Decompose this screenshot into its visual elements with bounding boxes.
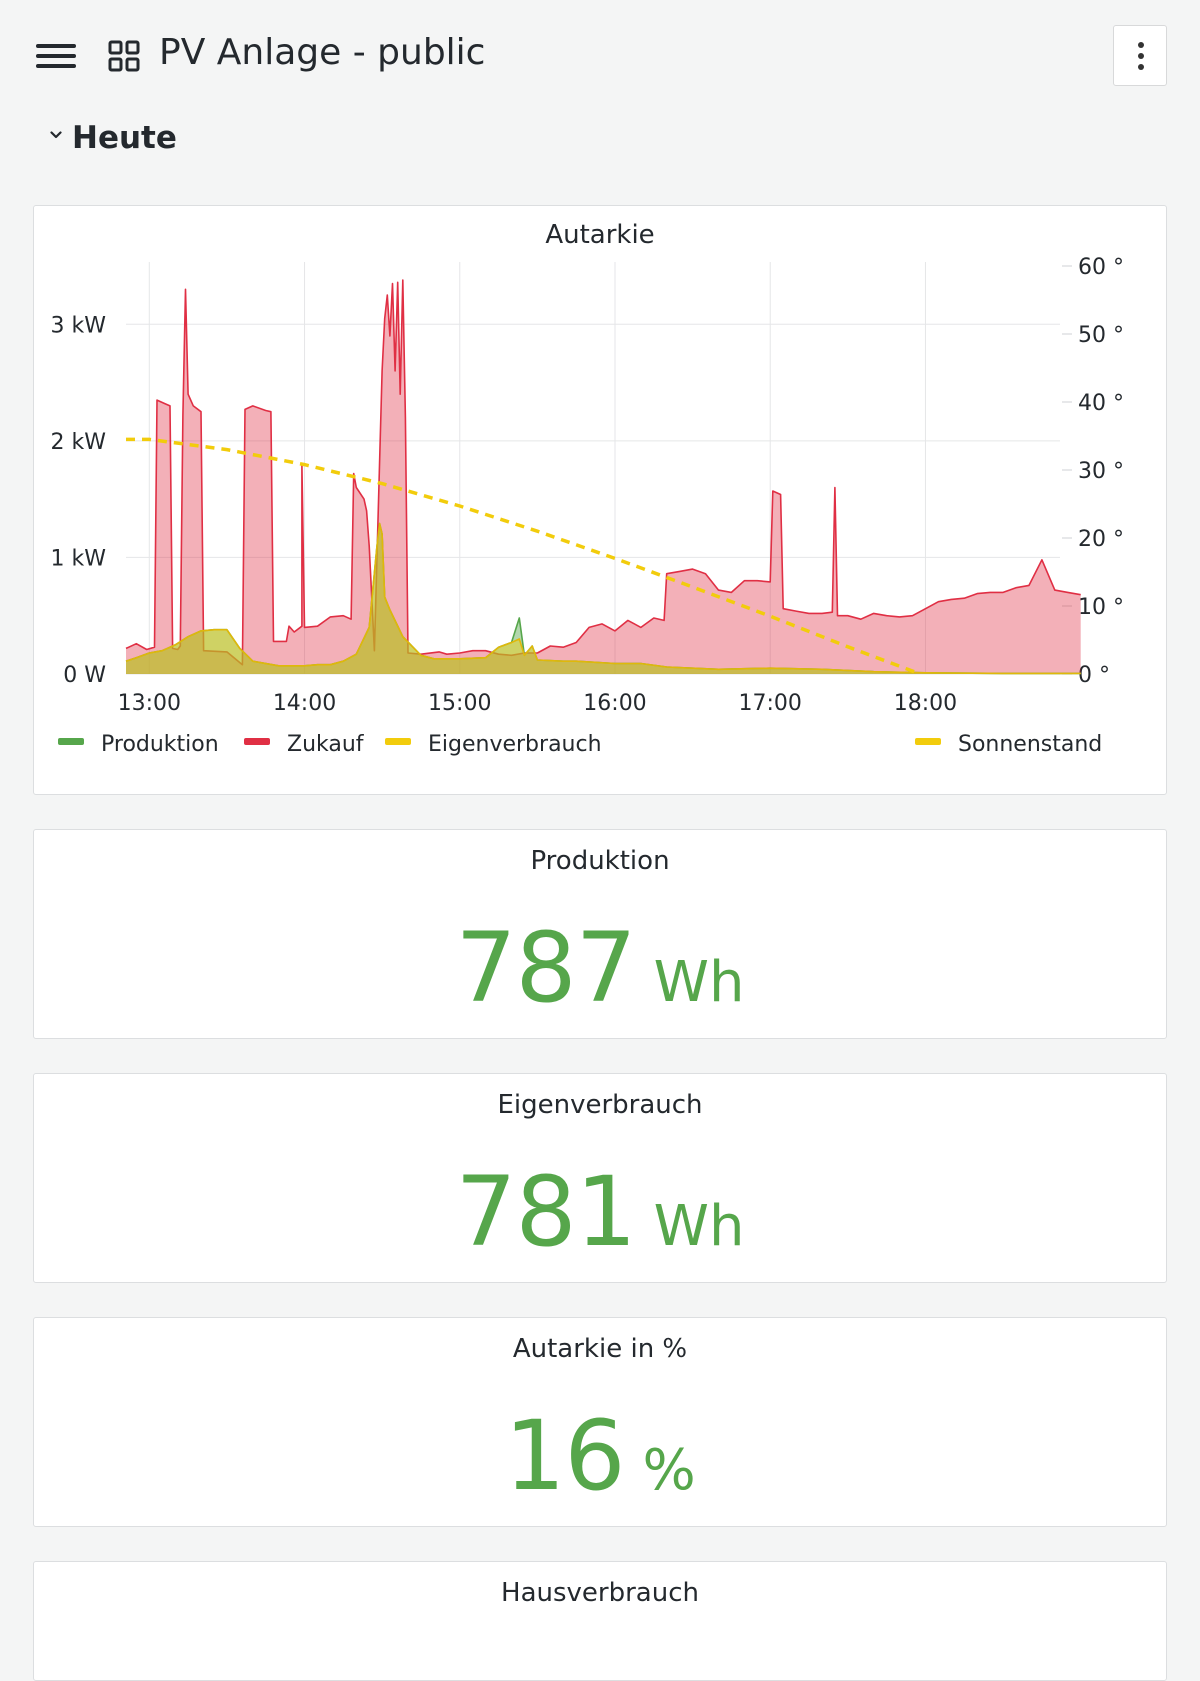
x-tick-label: 13:00 [118,691,181,716]
dashboard-title[interactable]: PV Anlage - public [159,32,485,73]
y-tick-label-right: 40 ° [1078,391,1124,416]
x-tick-label: 17:00 [739,691,802,716]
legend-item-label: Produktion [101,732,219,757]
x-tick-label: 16:00 [583,691,646,716]
legend-swatch [244,738,270,745]
x-tick-label: 14:00 [273,691,336,716]
stat-panel-produktion[interactable]: Produktion 787 Wh [33,829,1167,1039]
x-tick-label: 18:00 [894,691,957,716]
legend-item-label: Zukauf [287,732,365,757]
y-tick-label-right: 10 ° [1078,595,1124,620]
y-tick-label-left: 1 kW [51,546,107,571]
chevron-down-icon [50,131,62,139]
x-tick-label: 15:00 [428,691,491,716]
more-options-button[interactable] [1113,25,1167,86]
stat-value: 781 Wh [34,1156,1166,1268]
stat-value: 787 Wh [34,912,1166,1024]
zukauf-series-area [126,280,1081,674]
stat-unit: % [642,1438,696,1503]
stat-panel-eigenverbrauch[interactable]: Eigenverbrauch 781 Wh [33,1073,1167,1283]
y-tick-label-left: 2 kW [51,430,107,455]
stat-unit: Wh [653,950,745,1015]
stat-value: 16% [34,1400,1166,1512]
hamburger-menu-icon[interactable] [36,42,76,70]
autarkie-timeseries-chart[interactable]: 0 W 1 kW 2 kW 3 kW 13:00 14:00 15:00 16:00 17:00… [34,206,1166,794]
panel-title: Autarkie in % [512,1334,688,1364]
y-tick-label-right: 20 ° [1078,527,1124,552]
y-tick-label-right: 60 ° [1078,255,1124,280]
kebab-vertical-icon [1138,42,1144,48]
y-tick-label-right: 50 ° [1078,323,1124,348]
legend-swatch [915,738,941,745]
legend-item-label: Eigenverbrauch [428,732,602,757]
stat-number: 781 [455,1156,636,1268]
y-tick-label-right: 0 ° [1078,663,1110,688]
panel-title: Produktion [530,846,670,876]
panel-title: Eigenverbrauch [497,1090,703,1120]
stat-unit: Wh [653,1194,745,1259]
stat-panel-hausverbrauch[interactable]: Hausverbrauch [33,1561,1167,1681]
legend-swatch [58,738,84,745]
stat-number: 16 [504,1400,625,1512]
legend-swatch [385,738,411,745]
dashboard-grid-icon [108,40,140,72]
stat-panel-autarkie-percent[interactable]: Autarkie in % 16% [33,1317,1167,1527]
top-navbar: PV Anlage - public [0,0,1200,112]
legend-item-label: Sonnenstand [958,732,1102,757]
y-tick-label-left: 3 kW [51,313,107,338]
row-title: Heute [72,120,177,156]
y-tick-label-left: 0 W [63,663,106,688]
panel-title: Hausverbrauch [501,1578,699,1608]
stat-number: 787 [455,912,636,1024]
row-collapse-toggle[interactable]: Heute [50,120,177,164]
y-tick-label-right: 30 ° [1078,459,1124,484]
autarkie-chart-panel[interactable]: Autarkie 0 W1 kW 2 kW 3 kW 13:00 14:00 15:00 1… [33,205,1167,795]
